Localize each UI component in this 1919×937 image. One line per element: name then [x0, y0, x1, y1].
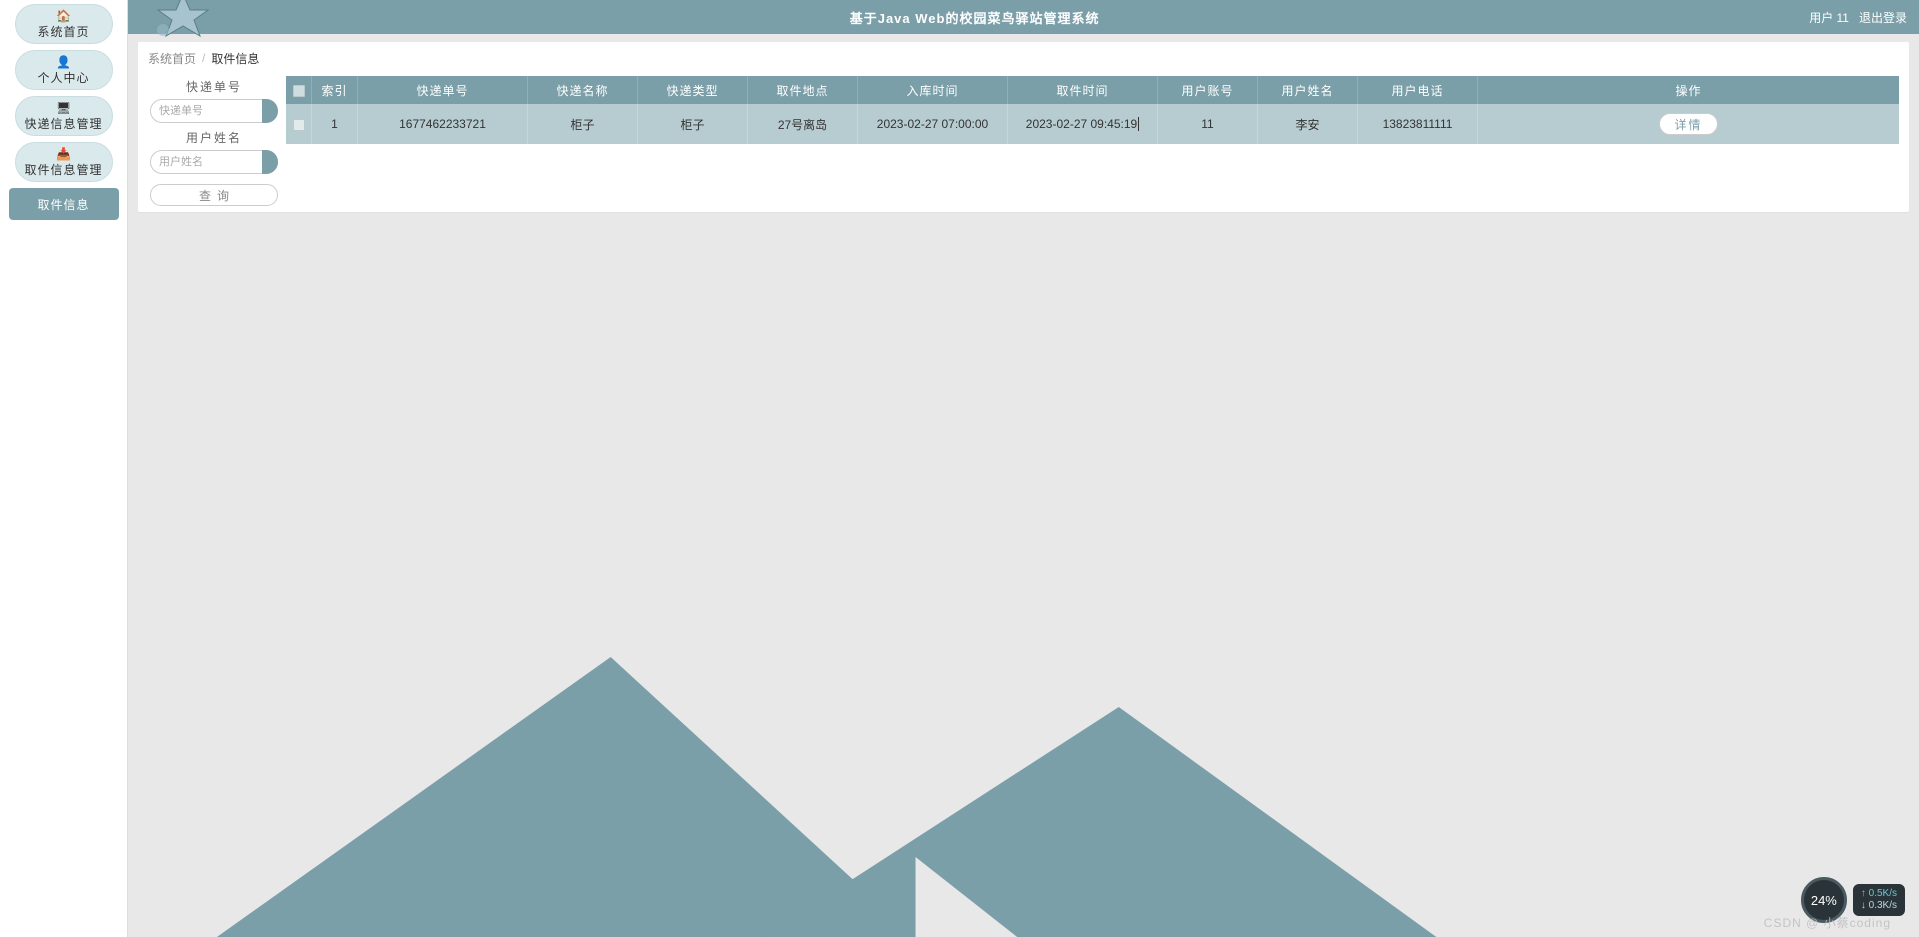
table-row: 1 1677462233721 柜子 柜子 27号离岛 2023-02-27 0… — [286, 104, 1899, 144]
filter-input-wrap — [150, 99, 278, 123]
sidebar-item-home[interactable]: 🏠 系统首页 — [15, 4, 113, 44]
th-zhanghao: 用户账号 — [1158, 76, 1258, 104]
th-index: 索引 — [312, 76, 358, 104]
inbox-icon: 📥 — [56, 147, 71, 161]
sidebar-item-label: 快递信息管理 — [24, 115, 102, 132]
background-mountains — [128, 557, 1919, 937]
net-speed-widget[interactable]: 24% ↑ 0.5K/s ↓ 0.3K/s — [1801, 877, 1905, 923]
sidebar-item-label: 系统首页 — [37, 23, 89, 40]
cell-didian: 27号离岛 — [748, 104, 858, 144]
filter-input-danhao[interactable] — [151, 105, 251, 117]
filter-panel: 快递单号 用户姓名 查询 — [148, 76, 280, 206]
widget-percent: 24% — [1801, 877, 1847, 923]
cell-ruku: 2023-02-27 07:00:00 — [858, 104, 1008, 144]
th-mingcheng: 快递名称 — [528, 76, 638, 104]
breadcrumb-root[interactable]: 系统首页 — [148, 50, 196, 67]
cell-leixing: 柜子 — [638, 104, 748, 144]
header-bar: 基于Java Web的校园菜鸟驿站管理系统 用户 11 退出登录 — [128, 0, 1919, 34]
widget-upspeed: ↑ 0.5K/s — [1861, 888, 1897, 900]
data-table: 索引 快递单号 快递名称 快递类型 取件地点 入库时间 取件时间 用户账号 用户… — [286, 76, 1899, 144]
data-table-wrapper: 索引 快递单号 快递名称 快递类型 取件地点 入库时间 取件时间 用户账号 用户… — [286, 76, 1899, 206]
current-user: 用户 11 — [1809, 9, 1849, 26]
cell-danhao: 1677462233721 — [358, 104, 528, 144]
th-op: 操作 — [1478, 76, 1899, 104]
filter-label-danhao: 快递单号 — [186, 76, 242, 95]
table-header-row: 索引 快递单号 快递名称 快递类型 取件地点 入库时间 取件时间 用户账号 用户… — [286, 76, 1899, 104]
th-dianhua: 用户电话 — [1358, 76, 1478, 104]
search-button[interactable]: 查询 — [150, 184, 278, 206]
cell-dianhua: 13823811111 — [1358, 104, 1478, 144]
sidebar-item-pickup-active[interactable]: 取件信息 — [9, 188, 119, 220]
th-ruku: 入库时间 — [858, 76, 1008, 104]
cell-mingcheng: 柜子 — [528, 104, 638, 144]
select-all-checkbox[interactable] — [293, 85, 305, 97]
th-leixing: 快递类型 — [638, 76, 748, 104]
app-title: 基于Java Web的校园菜鸟驿站管理系统 — [140, 8, 1809, 27]
th-xingming: 用户姓名 — [1258, 76, 1358, 104]
th-quijian: 取件时间 — [1008, 76, 1158, 104]
cell-index: 1 — [312, 104, 358, 144]
main-content: 系统首页 / 取件信息 快递单号 用户姓名 查询 — [128, 34, 1919, 937]
breadcrumb-separator: / — [202, 51, 205, 65]
breadcrumb-current: 取件信息 — [211, 50, 259, 67]
home-icon: 🏠 — [56, 9, 71, 23]
storage-icon: 🖥 — [56, 101, 71, 115]
sidebar-item-label: 取件信息 — [37, 196, 89, 213]
sidebar-item-profile[interactable]: 👤 个人中心 — [15, 50, 113, 90]
text-cursor-icon — [1138, 117, 1139, 131]
breadcrumb: 系统首页 / 取件信息 — [148, 48, 1899, 68]
detail-button[interactable]: 详情 — [1659, 113, 1717, 135]
sidebar-item-label: 取件信息管理 — [24, 161, 102, 178]
cell-quijian: 2023-02-27 09:45:19 — [1008, 104, 1158, 144]
sidebar-item-express-info[interactable]: 🖥 快递信息管理 — [15, 96, 113, 136]
filter-input-xingming[interactable] — [151, 156, 251, 168]
widget-stats: ↑ 0.5K/s ↓ 0.3K/s — [1853, 884, 1905, 916]
sidebar-item-pickup-info[interactable]: 📥 取件信息管理 — [15, 142, 113, 182]
th-danhao: 快递单号 — [358, 76, 528, 104]
cell-op: 详情 — [1478, 104, 1899, 144]
logout-link[interactable]: 退出登录 — [1859, 9, 1907, 26]
cell-xingming: 李安 — [1258, 104, 1358, 144]
th-didian: 取件地点 — [748, 76, 858, 104]
sidebar: 🏠 系统首页 👤 个人中心 🖥 快递信息管理 📥 取件信息管理 取件信息 — [0, 0, 128, 937]
filter-label-xingming: 用户姓名 — [186, 127, 242, 146]
sidebar-item-label: 个人中心 — [37, 69, 89, 86]
user-icon: 👤 — [56, 55, 71, 69]
row-checkbox[interactable] — [293, 119, 305, 131]
widget-downspeed: ↓ 0.3K/s — [1861, 900, 1897, 912]
filter-input-wrap — [150, 150, 278, 174]
cell-zhanghao: 11 — [1158, 104, 1258, 144]
